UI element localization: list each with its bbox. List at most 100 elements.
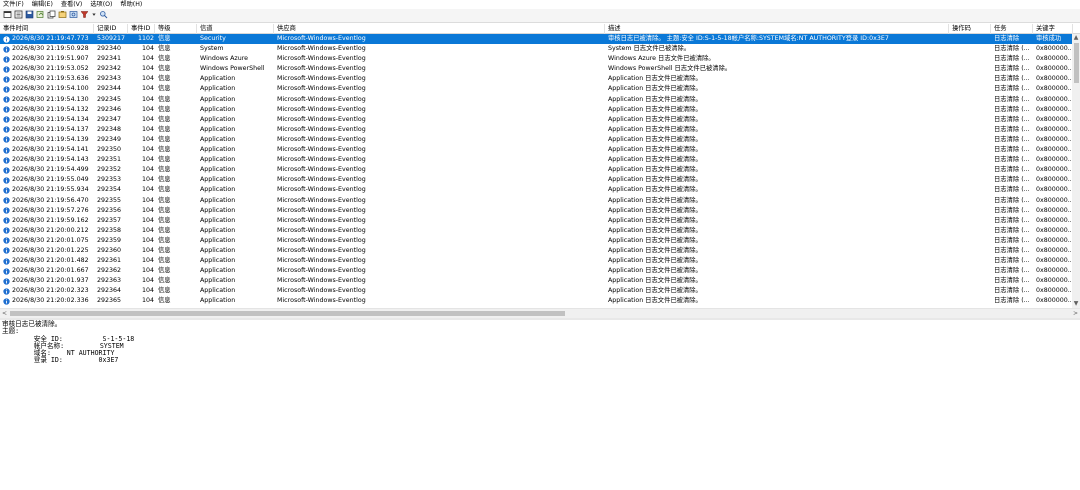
cell-event-time: 2026/8/30 21:19:54.143 — [12, 156, 89, 164]
scroll-up-button[interactable]: ▲ — [1072, 34, 1080, 42]
table-row[interactable]: 2026/8/30 21:19:54.132 292346 104 信息 Applica… — [0, 105, 1072, 115]
table-row[interactable]: 2026/8/30 21:20:01.482 292361 104 信息 Applica… — [0, 256, 1072, 266]
cell-event-time: 2026/8/30 21:19:57.276 — [12, 206, 89, 214]
column-header-record-id[interactable]: 记录ID — [94, 24, 128, 34]
vertical-scrollbar[interactable]: ▲ ▼ — [1072, 34, 1080, 308]
column-header-provider[interactable]: 供应商 — [274, 24, 605, 34]
cell-description: Application 日志文件已被清除。 — [608, 115, 702, 123]
info-icon — [3, 187, 10, 194]
table-row[interactable]: 2026/8/30 21:19:54.100 292344 104 信息 Applica… — [0, 84, 1072, 94]
table-row[interactable]: 2026/8/30 21:19:54.499 292352 104 信息 Applica… — [0, 165, 1072, 175]
scroll-down-button[interactable]: ▼ — [1072, 300, 1080, 308]
horizontal-scrollbar[interactable]: < > — [0, 308, 1080, 318]
menu-item-2[interactable]: 查看(V) — [61, 0, 82, 9]
table-row[interactable]: 2026/8/30 21:19:54.143 292351 104 信息 Applica… — [0, 155, 1072, 165]
menu-item-0[interactable]: 文件(F) — [3, 0, 24, 9]
table-row[interactable]: 2026/8/30 21:19:57.276 292356 104 信息 Applica… — [0, 206, 1072, 216]
column-header-task[interactable]: 任务 — [991, 24, 1033, 34]
cell-keyword: 0x800000... — [1036, 45, 1071, 53]
menu-item-1[interactable]: 编辑(E) — [32, 0, 53, 9]
table-row[interactable]: 2026/8/30 21:19:53.052 292342 104 信息 Windows… — [0, 64, 1072, 74]
cell-opcode — [952, 74, 989, 84]
cell-level: 信息 — [158, 75, 171, 83]
cell-channel: Application — [200, 277, 236, 285]
cell-event-id: 104 — [141, 135, 154, 143]
info-icon — [3, 45, 10, 53]
search-button[interactable] — [99, 11, 108, 20]
cell-opcode — [952, 185, 989, 195]
column-header-description[interactable]: 描述 — [605, 24, 949, 34]
column-header-event-time[interactable]: 事件时间 — [0, 24, 94, 34]
table-row[interactable]: 2026/8/30 21:20:01.937 292363 104 信息 Applica… — [0, 276, 1072, 286]
info-icon — [3, 56, 10, 63]
column-header-opcode[interactable]: 操作码 — [949, 24, 991, 34]
cell-record-id: 292343 — [97, 75, 122, 83]
cell-record-id: 292345 — [97, 95, 122, 103]
detail-line: 登录 ID: 0x3E7 — [2, 356, 119, 365]
table-row[interactable]: 2026/8/30 21:20:02.336 292365 104 信息 Applica… — [0, 296, 1072, 306]
table-row[interactable]: 2026/8/30 21:20:01.075 292359 104 信息 Applica… — [0, 236, 1072, 246]
table-row[interactable]: 2026/8/30 21:19:54.139 292349 104 信息 Applica… — [0, 135, 1072, 145]
dropdown-arrow-icon — [91, 10, 97, 21]
column-header-level[interactable]: 等级 — [155, 24, 197, 34]
table-row[interactable]: 2026/8/30 21:20:02.323 292364 104 信息 Applica… — [0, 286, 1072, 296]
table-row[interactable]: 2026/8/30 21:19:55.049 292353 104 信息 Applica… — [0, 175, 1072, 185]
table-row[interactable]: 2026/8/30 21:19:51.907 292341 104 信息 Windows… — [0, 54, 1072, 64]
cell-task: 日志清除 (... — [994, 45, 1030, 53]
info-icon — [3, 247, 10, 255]
menu-item-4[interactable]: 帮助(H) — [120, 0, 142, 9]
cell-level: 信息 — [158, 65, 171, 73]
column-header-event-id[interactable]: 事件ID — [128, 24, 155, 34]
table-row-selected[interactable]: 2026/8/30 21:19:47.773 5309217 1102 信息 Secur… — [0, 34, 1072, 45]
table-row[interactable]: 2026/8/30 21:19:59.162 292357 104 信息 Applica… — [0, 216, 1072, 226]
refresh-button[interactable] — [36, 11, 45, 20]
cell-task: 日志清除 (... — [994, 206, 1030, 214]
cell-keyword: 0x800000... — [1036, 196, 1071, 204]
cell-level: 信息 — [158, 125, 171, 133]
cell-event-id: 104 — [141, 65, 154, 73]
cell-channel: Application — [200, 115, 236, 123]
cell-event-id: 104 — [141, 277, 154, 285]
horizontal-scroll-thumb[interactable] — [10, 311, 565, 316]
cell-keyword: 审核成功 — [1036, 35, 1062, 42]
cell-opcode — [952, 286, 989, 296]
table-row[interactable]: 2026/8/30 21:20:01.667 292362 104 信息 Applica… — [0, 266, 1072, 276]
find-button[interactable] — [69, 11, 78, 20]
table-row[interactable]: 2026/8/30 21:19:53.636 292343 104 信息 Applica… — [0, 74, 1072, 84]
menu-item-3[interactable]: 选项(O) — [90, 0, 112, 9]
cell-event-id: 104 — [141, 105, 154, 113]
save-button[interactable] — [25, 10, 34, 20]
column-header-keyword[interactable]: 关键字 — [1033, 24, 1073, 34]
cell-channel: Application — [200, 226, 236, 234]
copy-button[interactable] — [47, 10, 56, 20]
table-row[interactable]: 2026/8/30 21:20:00.212 292358 104 信息 Applica… — [0, 226, 1072, 236]
table-row[interactable]: 2026/8/30 21:19:54.134 292347 104 信息 Applica… — [0, 115, 1072, 125]
table-row[interactable]: 2026/8/30 21:19:50.928 292340 104 信息 System M… — [0, 44, 1072, 54]
filter-button[interactable] — [80, 11, 89, 20]
cell-channel: Application — [200, 176, 236, 184]
table-row[interactable]: 2026/8/30 21:19:56.470 292355 104 信息 Applica… — [0, 196, 1072, 206]
cell-level: 信息 — [158, 55, 171, 63]
cell-event-id: 104 — [141, 206, 154, 214]
table-row[interactable]: 2026/8/30 21:20:01.225 292360 104 信息 Applica… — [0, 246, 1072, 256]
cell-keyword: 0x800000... — [1036, 85, 1071, 93]
table-row[interactable]: 2026/8/30 21:19:54.141 292350 104 信息 Applica… — [0, 145, 1072, 155]
cell-event-time: 2026/8/30 21:19:54.137 — [12, 125, 89, 133]
dropdown-arrow-button[interactable] — [91, 11, 97, 20]
cell-opcode — [952, 206, 989, 216]
open-log-button[interactable] — [14, 10, 23, 20]
table-row[interactable]: 2026/8/30 21:19:54.130 292345 104 信息 Applica… — [0, 95, 1072, 105]
event-detail-pane[interactable]: 审核日志已被清除。 主题: 安全 ID: S-1-5-18 帐户名称: SYSTE… — [0, 320, 1080, 490]
table-row[interactable]: 2026/8/30 21:19:55.934 292354 104 信息 Applica… — [0, 185, 1072, 195]
cell-description: 审核日志已被清除。 主题:安全 ID:S-1-5-18帐户名称:SYSTEM域名… — [608, 35, 889, 42]
properties-button[interactable] — [58, 11, 67, 20]
table-row[interactable]: 2026/8/30 21:19:54.137 292348 104 信息 Applica… — [0, 125, 1072, 135]
cell-event-id: 104 — [141, 115, 154, 123]
cell-provider: Microsoft-Windows-Eventlog — [277, 186, 366, 194]
vertical-scroll-thumb[interactable] — [1073, 43, 1079, 83]
column-header-channel[interactable]: 信道 — [197, 24, 274, 34]
cell-event-time: 2026/8/30 21:19:53.636 — [12, 75, 89, 83]
window-button[interactable] — [3, 11, 12, 20]
cell-level: 信息 — [158, 196, 171, 204]
cell-provider: Microsoft-Windows-Eventlog — [277, 125, 366, 133]
